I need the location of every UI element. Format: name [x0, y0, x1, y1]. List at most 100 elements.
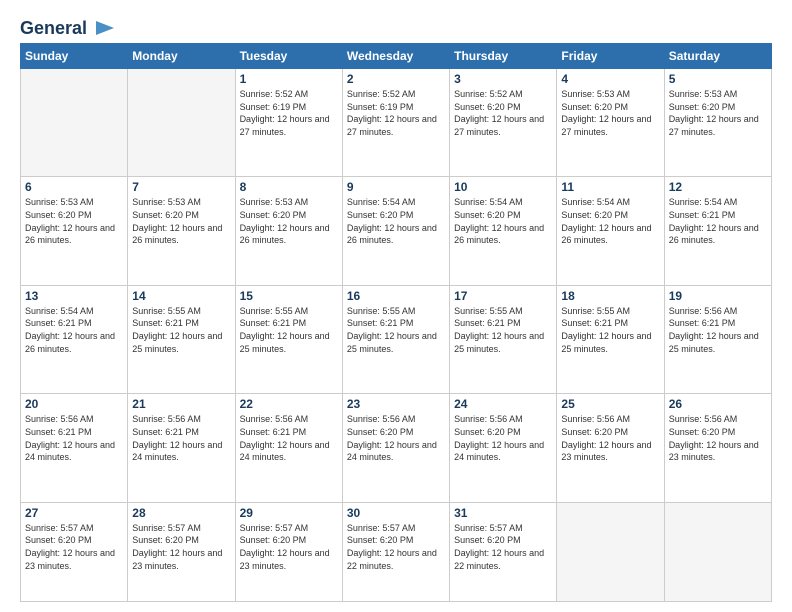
day-number: 19 [669, 289, 767, 303]
calendar-cell: 24 Sunrise: 5:56 AM Sunset: 6:20 PM Dayli… [450, 394, 557, 502]
calendar-cell [557, 502, 664, 601]
day-detail: Sunrise: 5:53 AM Sunset: 6:20 PM Dayligh… [240, 196, 338, 246]
day-detail: Sunrise: 5:53 AM Sunset: 6:20 PM Dayligh… [132, 196, 230, 246]
calendar-cell: 27 Sunrise: 5:57 AM Sunset: 6:20 PM Dayli… [21, 502, 128, 601]
calendar-table: SundayMondayTuesdayWednesdayThursdayFrid… [20, 43, 772, 602]
day-detail: Sunrise: 5:57 AM Sunset: 6:20 PM Dayligh… [240, 522, 338, 572]
calendar-cell: 10Sunrise: 5:54 AM Sunset: 6:20 PM Dayli… [450, 177, 557, 285]
day-detail: Sunrise: 5:57 AM Sunset: 6:20 PM Dayligh… [25, 522, 123, 572]
calendar-cell: 19 Sunrise: 5:56 AM Sunset: 6:21 PM Dayli… [664, 285, 771, 393]
calendar-cell: 4Sunrise: 5:53 AM Sunset: 6:20 PM Daylig… [557, 69, 664, 177]
calendar-cell: 12Sunrise: 5:54 AM Sunset: 6:21 PM Dayli… [664, 177, 771, 285]
calendar-cell: 28Sunrise: 5:57 AM Sunset: 6:20 PM Dayli… [128, 502, 235, 601]
calendar-cell: 17 Sunrise: 5:55 AM Sunset: 6:21 PM Dayli… [450, 285, 557, 393]
calendar-week-3: 13 Sunrise: 5:54 AM Sunset: 6:21 PM Dayli… [21, 285, 772, 393]
day-number: 18 [561, 289, 659, 303]
logo: General [20, 18, 118, 35]
day-number: 10 [454, 180, 552, 194]
day-detail: Sunrise: 5:53 AM Sunset: 6:20 PM Dayligh… [25, 196, 123, 246]
logo-general: General [20, 18, 87, 39]
weekday-header-thursday: Thursday [450, 44, 557, 69]
day-detail: Sunrise: 5:55 AM Sunset: 6:21 PM Dayligh… [132, 305, 230, 355]
calendar-cell: 22 Sunrise: 5:56 AM Sunset: 6:21 PM Dayli… [235, 394, 342, 502]
day-detail: Sunrise: 5:53 AM Sunset: 6:20 PM Dayligh… [669, 88, 767, 138]
calendar-cell: 8 Sunrise: 5:53 AM Sunset: 6:20 PM Daylig… [235, 177, 342, 285]
calendar-cell: 30 Sunrise: 5:57 AM Sunset: 6:20 PM Dayli… [342, 502, 449, 601]
calendar-cell [664, 502, 771, 601]
weekday-header-tuesday: Tuesday [235, 44, 342, 69]
calendar-cell: 14 Sunrise: 5:55 AM Sunset: 6:21 PM Dayli… [128, 285, 235, 393]
weekday-header-monday: Monday [128, 44, 235, 69]
day-detail: Sunrise: 5:54 AM Sunset: 6:21 PM Dayligh… [25, 305, 123, 355]
logo-flag-icon [90, 19, 118, 37]
calendar-cell: 13 Sunrise: 5:54 AM Sunset: 6:21 PM Dayli… [21, 285, 128, 393]
day-number: 3 [454, 72, 552, 86]
calendar-cell [21, 69, 128, 177]
weekday-header-row: SundayMondayTuesdayWednesdayThursdayFrid… [21, 44, 772, 69]
calendar-cell: 20 Sunrise: 5:56 AM Sunset: 6:21 PM Dayli… [21, 394, 128, 502]
calendar-week-1: 1Sunrise: 5:52 AM Sunset: 6:19 PM Daylig… [21, 69, 772, 177]
calendar-cell: 11 Sunrise: 5:54 AM Sunset: 6:20 PM Dayli… [557, 177, 664, 285]
weekday-header-friday: Friday [557, 44, 664, 69]
day-number: 9 [347, 180, 445, 194]
day-detail: Sunrise: 5:56 AM Sunset: 6:20 PM Dayligh… [347, 413, 445, 463]
day-detail: Sunrise: 5:56 AM Sunset: 6:20 PM Dayligh… [454, 413, 552, 463]
day-number: 17 [454, 289, 552, 303]
day-number: 20 [25, 397, 123, 411]
calendar-cell: 29 Sunrise: 5:57 AM Sunset: 6:20 PM Dayli… [235, 502, 342, 601]
logo-text-general: General [20, 18, 87, 38]
day-number: 7 [132, 180, 230, 194]
calendar-cell: 5 Sunrise: 5:53 AM Sunset: 6:20 PM Daylig… [664, 69, 771, 177]
calendar-cell: 23 Sunrise: 5:56 AM Sunset: 6:20 PM Dayli… [342, 394, 449, 502]
calendar-cell: 31 Sunrise: 5:57 AM Sunset: 6:20 PM Dayli… [450, 502, 557, 601]
day-detail: Sunrise: 5:56 AM Sunset: 6:21 PM Dayligh… [25, 413, 123, 463]
day-detail: Sunrise: 5:52 AM Sunset: 6:19 PM Dayligh… [347, 88, 445, 138]
calendar-cell: 18 Sunrise: 5:55 AM Sunset: 6:21 PM Dayli… [557, 285, 664, 393]
weekday-header-saturday: Saturday [664, 44, 771, 69]
day-detail: Sunrise: 5:56 AM Sunset: 6:20 PM Dayligh… [669, 413, 767, 463]
day-detail: Sunrise: 5:54 AM Sunset: 6:20 PM Dayligh… [561, 196, 659, 246]
day-detail: Sunrise: 5:54 AM Sunset: 6:20 PM Dayligh… [347, 196, 445, 246]
calendar-cell: 7 Sunrise: 5:53 AM Sunset: 6:20 PM Daylig… [128, 177, 235, 285]
day-detail: Sunrise: 5:55 AM Sunset: 6:21 PM Dayligh… [240, 305, 338, 355]
calendar-cell: 26 Sunrise: 5:56 AM Sunset: 6:20 PM Dayli… [664, 394, 771, 502]
calendar-cell: 2 Sunrise: 5:52 AM Sunset: 6:19 PM Daylig… [342, 69, 449, 177]
calendar-week-5: 27 Sunrise: 5:57 AM Sunset: 6:20 PM Dayli… [21, 502, 772, 601]
day-number: 15 [240, 289, 338, 303]
calendar-cell [128, 69, 235, 177]
day-detail: Sunrise: 5:55 AM Sunset: 6:21 PM Dayligh… [561, 305, 659, 355]
day-number: 6 [25, 180, 123, 194]
day-detail: Sunrise: 5:57 AM Sunset: 6:20 PM Dayligh… [132, 522, 230, 572]
calendar-cell: 6 Sunrise: 5:53 AM Sunset: 6:20 PM Daylig… [21, 177, 128, 285]
calendar-cell: 16Sunrise: 5:55 AM Sunset: 6:21 PM Dayli… [342, 285, 449, 393]
day-detail: Sunrise: 5:56 AM Sunset: 6:21 PM Dayligh… [669, 305, 767, 355]
calendar-cell: 25Sunrise: 5:56 AM Sunset: 6:20 PM Dayli… [557, 394, 664, 502]
day-number: 8 [240, 180, 338, 194]
day-number: 24 [454, 397, 552, 411]
day-number: 25 [561, 397, 659, 411]
calendar-week-2: 6 Sunrise: 5:53 AM Sunset: 6:20 PM Daylig… [21, 177, 772, 285]
day-detail: Sunrise: 5:57 AM Sunset: 6:20 PM Dayligh… [454, 522, 552, 572]
calendar-week-4: 20 Sunrise: 5:56 AM Sunset: 6:21 PM Dayli… [21, 394, 772, 502]
calendar-cell: 15 Sunrise: 5:55 AM Sunset: 6:21 PM Dayli… [235, 285, 342, 393]
day-number: 22 [240, 397, 338, 411]
weekday-header-wednesday: Wednesday [342, 44, 449, 69]
day-detail: Sunrise: 5:56 AM Sunset: 6:21 PM Dayligh… [132, 413, 230, 463]
day-number: 26 [669, 397, 767, 411]
day-number: 4 [561, 72, 659, 86]
day-detail: Sunrise: 5:57 AM Sunset: 6:20 PM Dayligh… [347, 522, 445, 572]
day-number: 23 [347, 397, 445, 411]
page: General SundayMondayTuesdayWednesdayThur… [0, 0, 792, 612]
day-detail: Sunrise: 5:55 AM Sunset: 6:21 PM Dayligh… [454, 305, 552, 355]
day-number: 30 [347, 506, 445, 520]
day-number: 31 [454, 506, 552, 520]
day-number: 27 [25, 506, 123, 520]
day-detail: Sunrise: 5:52 AM Sunset: 6:20 PM Dayligh… [454, 88, 552, 138]
day-number: 2 [347, 72, 445, 86]
day-number: 14 [132, 289, 230, 303]
day-number: 13 [25, 289, 123, 303]
day-detail: Sunrise: 5:56 AM Sunset: 6:21 PM Dayligh… [240, 413, 338, 463]
day-number: 11 [561, 180, 659, 194]
day-number: 29 [240, 506, 338, 520]
day-number: 5 [669, 72, 767, 86]
